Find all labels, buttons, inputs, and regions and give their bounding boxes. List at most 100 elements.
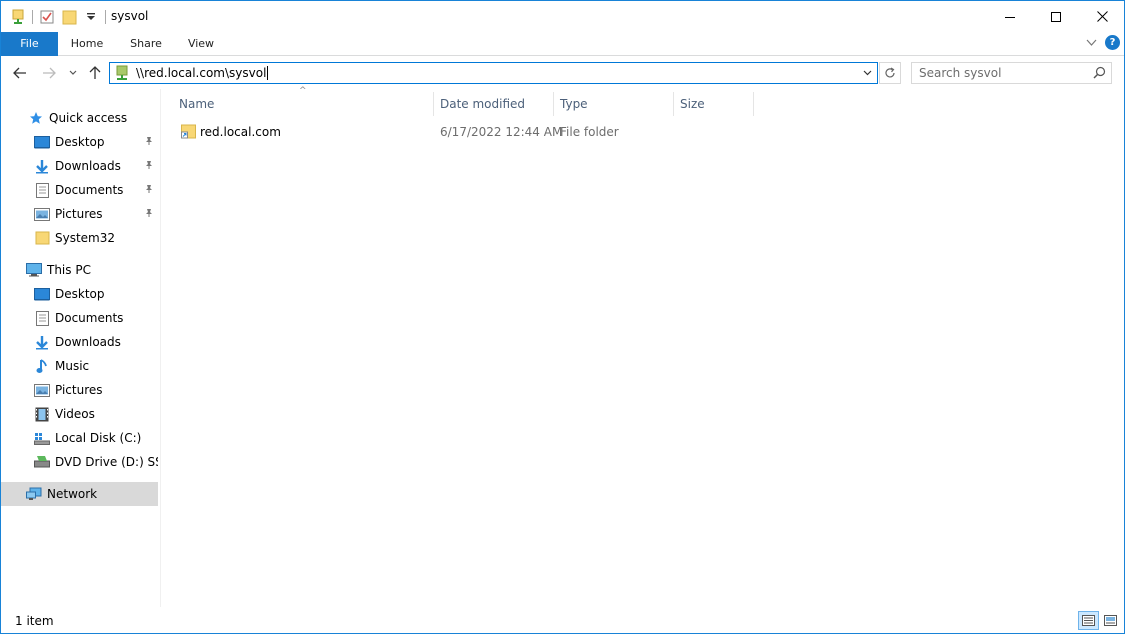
- nav-quick-pictures[interactable]: Pictures: [1, 202, 158, 226]
- details-view-button[interactable]: [1078, 611, 1099, 630]
- computer-icon: [26, 262, 42, 278]
- network-icon: [26, 486, 42, 502]
- nav-quick-documents[interactable]: Documents: [1, 178, 158, 202]
- explorer-window: sysvol File Home Share View ? \\red.loca…: [0, 0, 1125, 634]
- nav-label: Documents: [55, 311, 124, 325]
- maximize-button[interactable]: [1033, 1, 1079, 32]
- status-bar: 1 item: [1, 607, 1124, 633]
- close-button[interactable]: [1079, 1, 1124, 32]
- pin-icon: [144, 135, 154, 149]
- file-list: ^ Name Date modified Type Size red.local…: [162, 86, 1124, 607]
- nav-pc-videos[interactable]: Videos: [1, 402, 158, 426]
- tab-share[interactable]: Share: [123, 32, 169, 56]
- close-icon: [1096, 11, 1108, 22]
- toolbar-separator: [32, 10, 33, 24]
- folder-shortcut-icon: [181, 124, 196, 146]
- up-button[interactable]: [85, 63, 105, 83]
- pin-icon: [144, 159, 154, 173]
- nav-label: Downloads: [55, 159, 121, 173]
- refresh-button[interactable]: [879, 62, 901, 84]
- nav-quick-desktop[interactable]: Desktop: [1, 130, 158, 154]
- file-name: red.local.com: [200, 125, 281, 139]
- column-header-type[interactable]: Type: [554, 92, 674, 116]
- column-header-size[interactable]: Size: [674, 92, 754, 116]
- nav-label: Downloads: [55, 335, 121, 349]
- documents-icon: [34, 182, 50, 198]
- tab-home[interactable]: Home: [63, 32, 111, 56]
- chevron-down-icon: [69, 70, 77, 75]
- nav-quick-system32[interactable]: System32: [1, 226, 158, 250]
- pin-icon: [144, 183, 154, 197]
- desktop-icon: [34, 286, 50, 302]
- download-arrow-icon: [34, 158, 50, 174]
- chevron-down-icon: [863, 70, 871, 76]
- nav-label: Music: [55, 359, 90, 373]
- large-icons-view-button[interactable]: [1100, 611, 1121, 630]
- download-arrow-icon: [34, 334, 50, 350]
- properties-icon[interactable]: [9, 8, 27, 26]
- checkmark-icon[interactable]: [38, 8, 56, 26]
- ribbon-tabs: File Home Share View ?: [1, 32, 1124, 56]
- nav-pc-desktop[interactable]: Desktop: [1, 282, 158, 306]
- back-arrow-icon: [13, 67, 26, 79]
- title-bar: sysvol: [1, 1, 1124, 32]
- toolbar-separator: [105, 10, 106, 24]
- details-view-icon: [1082, 615, 1095, 626]
- documents-icon: [34, 310, 50, 326]
- large-icons-view-icon: [1104, 615, 1117, 626]
- quick-access-toolbar: [9, 7, 111, 27]
- text-cursor: [267, 66, 269, 80]
- maximize-icon: [1051, 11, 1061, 22]
- table-row[interactable]: red.local.com 6/17/2022 12:44 AM File fo…: [175, 121, 775, 143]
- forward-button[interactable]: [39, 63, 59, 83]
- nav-label: Quick access: [49, 111, 128, 125]
- tab-file[interactable]: File: [1, 32, 58, 56]
- ribbon-controls: ?: [1086, 35, 1120, 50]
- search-box[interactable]: [911, 62, 1112, 84]
- minimize-button[interactable]: [987, 1, 1033, 32]
- navigation-pane: Quick access Desktop Downloads Documents…: [1, 89, 161, 607]
- file-date: 6/17/2022 12:44 AM: [440, 125, 563, 139]
- forward-arrow-icon: [43, 67, 56, 79]
- tab-view[interactable]: View: [181, 32, 221, 56]
- window-title: sysvol: [111, 9, 149, 23]
- new-folder-icon[interactable]: [60, 8, 78, 26]
- nav-pc-local-disk[interactable]: Local Disk (C:): [1, 426, 158, 450]
- column-header-date[interactable]: Date modified: [434, 92, 554, 116]
- address-dropdown-button[interactable]: [859, 65, 875, 81]
- nav-pc-music[interactable]: Music: [1, 354, 158, 378]
- item-count: 1 item: [15, 614, 54, 628]
- nav-pc-dvd-drive[interactable]: DVD Drive (D:) SSS_X: [1, 450, 158, 474]
- back-button[interactable]: [10, 63, 30, 83]
- pin-icon: [144, 207, 154, 221]
- nav-label: Videos: [55, 407, 95, 421]
- nav-label: Pictures: [55, 207, 103, 221]
- search-input[interactable]: [912, 63, 1082, 83]
- nav-this-pc[interactable]: This PC: [1, 258, 158, 282]
- help-icon[interactable]: ?: [1105, 35, 1120, 50]
- nav-label: Network: [47, 487, 98, 501]
- nav-label: Pictures: [55, 383, 103, 397]
- dvd-drive-icon: [34, 454, 50, 470]
- nav-pc-documents[interactable]: Documents: [1, 306, 158, 330]
- pictures-icon: [34, 382, 50, 398]
- address-bar[interactable]: \\red.local.com\sysvol: [109, 62, 878, 84]
- nav-pc-downloads[interactable]: Downloads: [1, 330, 158, 354]
- nav-quick-downloads[interactable]: Downloads: [1, 154, 158, 178]
- nav-pc-pictures[interactable]: Pictures: [1, 378, 158, 402]
- film-icon: [34, 406, 50, 422]
- customize-toolbar-icon[interactable]: [82, 8, 100, 26]
- up-arrow-icon: [89, 66, 101, 79]
- expand-ribbon-icon[interactable]: [1086, 39, 1097, 47]
- refresh-icon: [885, 67, 895, 78]
- desktop-icon: [34, 134, 50, 150]
- minimize-icon: [1005, 16, 1015, 18]
- column-header-name[interactable]: Name: [173, 92, 434, 116]
- folder-icon: [34, 230, 50, 246]
- nav-label: Local Disk (C:): [55, 431, 142, 445]
- nav-quick-access[interactable]: Quick access: [1, 106, 158, 130]
- recent-locations-button[interactable]: [63, 63, 83, 83]
- nav-label: This PC: [47, 263, 91, 277]
- nav-network[interactable]: Network: [1, 482, 158, 506]
- music-note-icon: [34, 358, 50, 374]
